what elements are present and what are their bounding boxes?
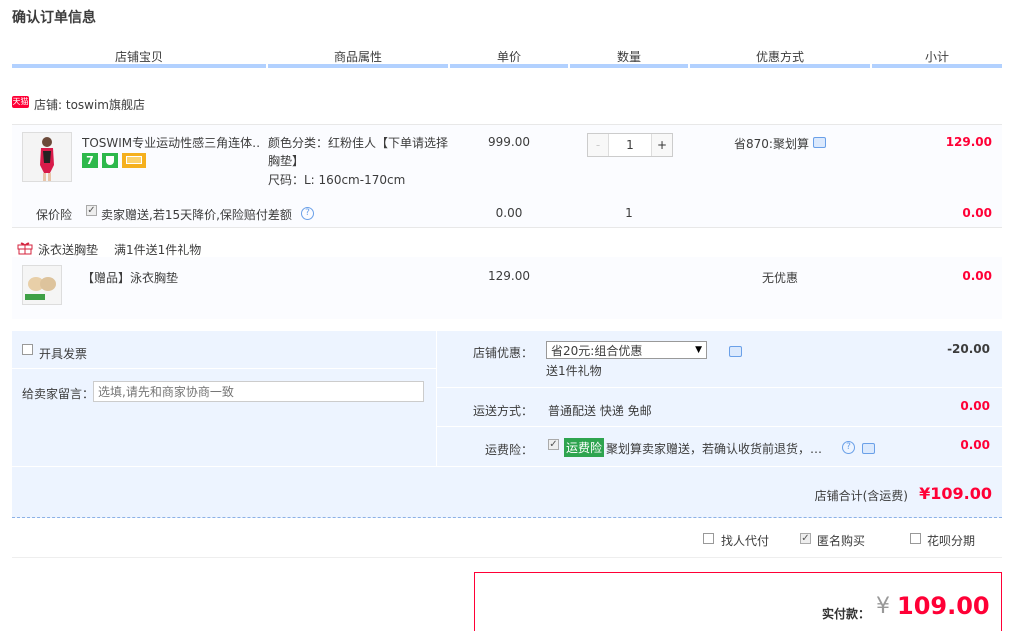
header-divider xyxy=(690,64,870,68)
pay-for-me-checkbox[interactable] xyxy=(703,533,714,544)
col-header-subtotal: 小计 xyxy=(924,50,949,64)
col-header-discount: 优惠方式 xyxy=(755,50,804,64)
header-divider xyxy=(268,64,448,68)
shipping-amount: 0.00 xyxy=(960,399,990,413)
gift-image[interactable] xyxy=(22,265,62,305)
shop-discount-amount: -20.00 xyxy=(947,342,990,356)
product-name-link[interactable]: TOSWIM专业运动性感三角连体… xyxy=(82,134,260,151)
divider xyxy=(437,426,1002,427)
invoice-checkbox[interactable] xyxy=(22,344,33,355)
divider xyxy=(12,227,1002,228)
insurance-checkbox[interactable] xyxy=(86,205,97,216)
freight-insurance-checkbox[interactable] xyxy=(548,439,559,450)
shop-discount-select[interactable]: 省20元:组合优惠 ▼ xyxy=(546,341,707,359)
col-header-qty: 数量 xyxy=(616,50,641,64)
shipping-value: 普通配送 快递 免邮 xyxy=(548,404,652,418)
quantity-input[interactable]: 1 xyxy=(609,134,651,156)
credit-card-icon xyxy=(122,153,146,168)
gift-subtotal: 0.00 xyxy=(962,269,992,283)
col-header-attr: 商品属性 xyxy=(333,50,382,64)
tmall-badge-icon: 天猫 xyxy=(12,96,29,108)
product-attr-size: 尺码：L: 160cm-170cm xyxy=(268,173,406,187)
freight-insurance-text: 聚划算卖家赠送，若确认收货前退货，… xyxy=(606,442,823,456)
shipping-label: 运送方式： xyxy=(472,404,533,418)
store-name[interactable]: 店铺: toswim旗舰店 xyxy=(34,96,145,113)
col-header-price: 单价 xyxy=(496,50,521,64)
freight-insurance-tag: 运费险 xyxy=(564,438,605,457)
page-title: 确认订单信息 xyxy=(12,10,96,26)
message-label: 给卖家留言： xyxy=(22,387,95,401)
message-input[interactable] xyxy=(93,381,424,402)
insurance-qty: 1 xyxy=(625,206,633,220)
quantity-minus-button[interactable]: - xyxy=(588,134,609,156)
anonymous-checkbox[interactable] xyxy=(800,533,811,544)
shop-total-amount: ¥109.00 xyxy=(919,484,992,503)
col-header-item: 店铺宝贝 xyxy=(114,50,163,64)
huabei-label[interactable]: 花呗分期 xyxy=(927,532,975,549)
product-discount: 省870:聚划算 xyxy=(734,137,809,151)
help-icon[interactable]: ? xyxy=(842,441,855,454)
shop-total-label: 店铺合计(含运费) xyxy=(814,489,908,503)
product-subtotal: 129.00 xyxy=(945,135,992,149)
divider xyxy=(437,387,1002,388)
shop-discount-selected: 省20元:组合优惠 xyxy=(551,343,643,358)
gift-discount: 无优惠 xyxy=(761,271,798,285)
shop-discount-note: 送1件礼物 xyxy=(546,364,602,378)
currency-symbol: ¥ xyxy=(876,594,890,619)
help-icon[interactable]: ? xyxy=(301,207,314,220)
divider xyxy=(12,466,1002,467)
message-icon[interactable] xyxy=(813,137,826,148)
seven-day-return-icon: 7 xyxy=(82,153,98,168)
insurance-text: 卖家赠送,若15天降价,保险赔付差额 xyxy=(101,208,292,222)
gift-promo-title: 泳衣送胸垫 xyxy=(38,243,99,257)
shop-discount-label: 店铺优惠： xyxy=(472,346,533,360)
quantity-stepper: - 1 + xyxy=(587,133,673,157)
product-price: 999.00 xyxy=(488,135,530,149)
chevron-down-icon: ▼ xyxy=(695,345,702,355)
pay-for-me-label[interactable]: 找人代付 xyxy=(721,532,769,549)
gift-promo-desc: 满1件送1件礼物 xyxy=(114,243,202,257)
gift-price: 129.00 xyxy=(488,269,530,283)
huabei-checkbox[interactable] xyxy=(910,533,921,544)
gift-item-block xyxy=(12,257,1002,319)
freight-insurance-amount: 0.00 xyxy=(960,438,990,452)
anonymous-label[interactable]: 匿名购买 xyxy=(817,532,865,549)
final-label: 实付款： xyxy=(822,607,871,621)
header-divider xyxy=(570,64,688,68)
divider xyxy=(12,368,436,369)
gift-name: 【赠品】泳衣胸垫 xyxy=(82,271,179,285)
insurance-price: 0.00 xyxy=(495,206,523,220)
insurance-subtotal: 0.00 xyxy=(962,206,992,220)
guarantee-icon xyxy=(102,153,118,168)
header-divider xyxy=(872,64,1002,68)
product-image[interactable] xyxy=(22,132,72,182)
quantity-plus-button[interactable]: + xyxy=(651,134,672,156)
final-amount: 109.00 xyxy=(897,592,990,620)
header-divider xyxy=(450,64,568,68)
insurance-label: 保价险 xyxy=(36,208,73,222)
freight-insurance-label: 运费险： xyxy=(484,443,533,457)
header-divider xyxy=(12,64,266,68)
divider xyxy=(12,557,1002,558)
gift-icon xyxy=(17,240,33,255)
product-attr-color: 颜色分类：红粉佳人【下单请选择胸垫】 xyxy=(268,136,449,168)
message-icon[interactable] xyxy=(728,346,742,357)
invoice-label: 开具发票 xyxy=(39,347,88,361)
